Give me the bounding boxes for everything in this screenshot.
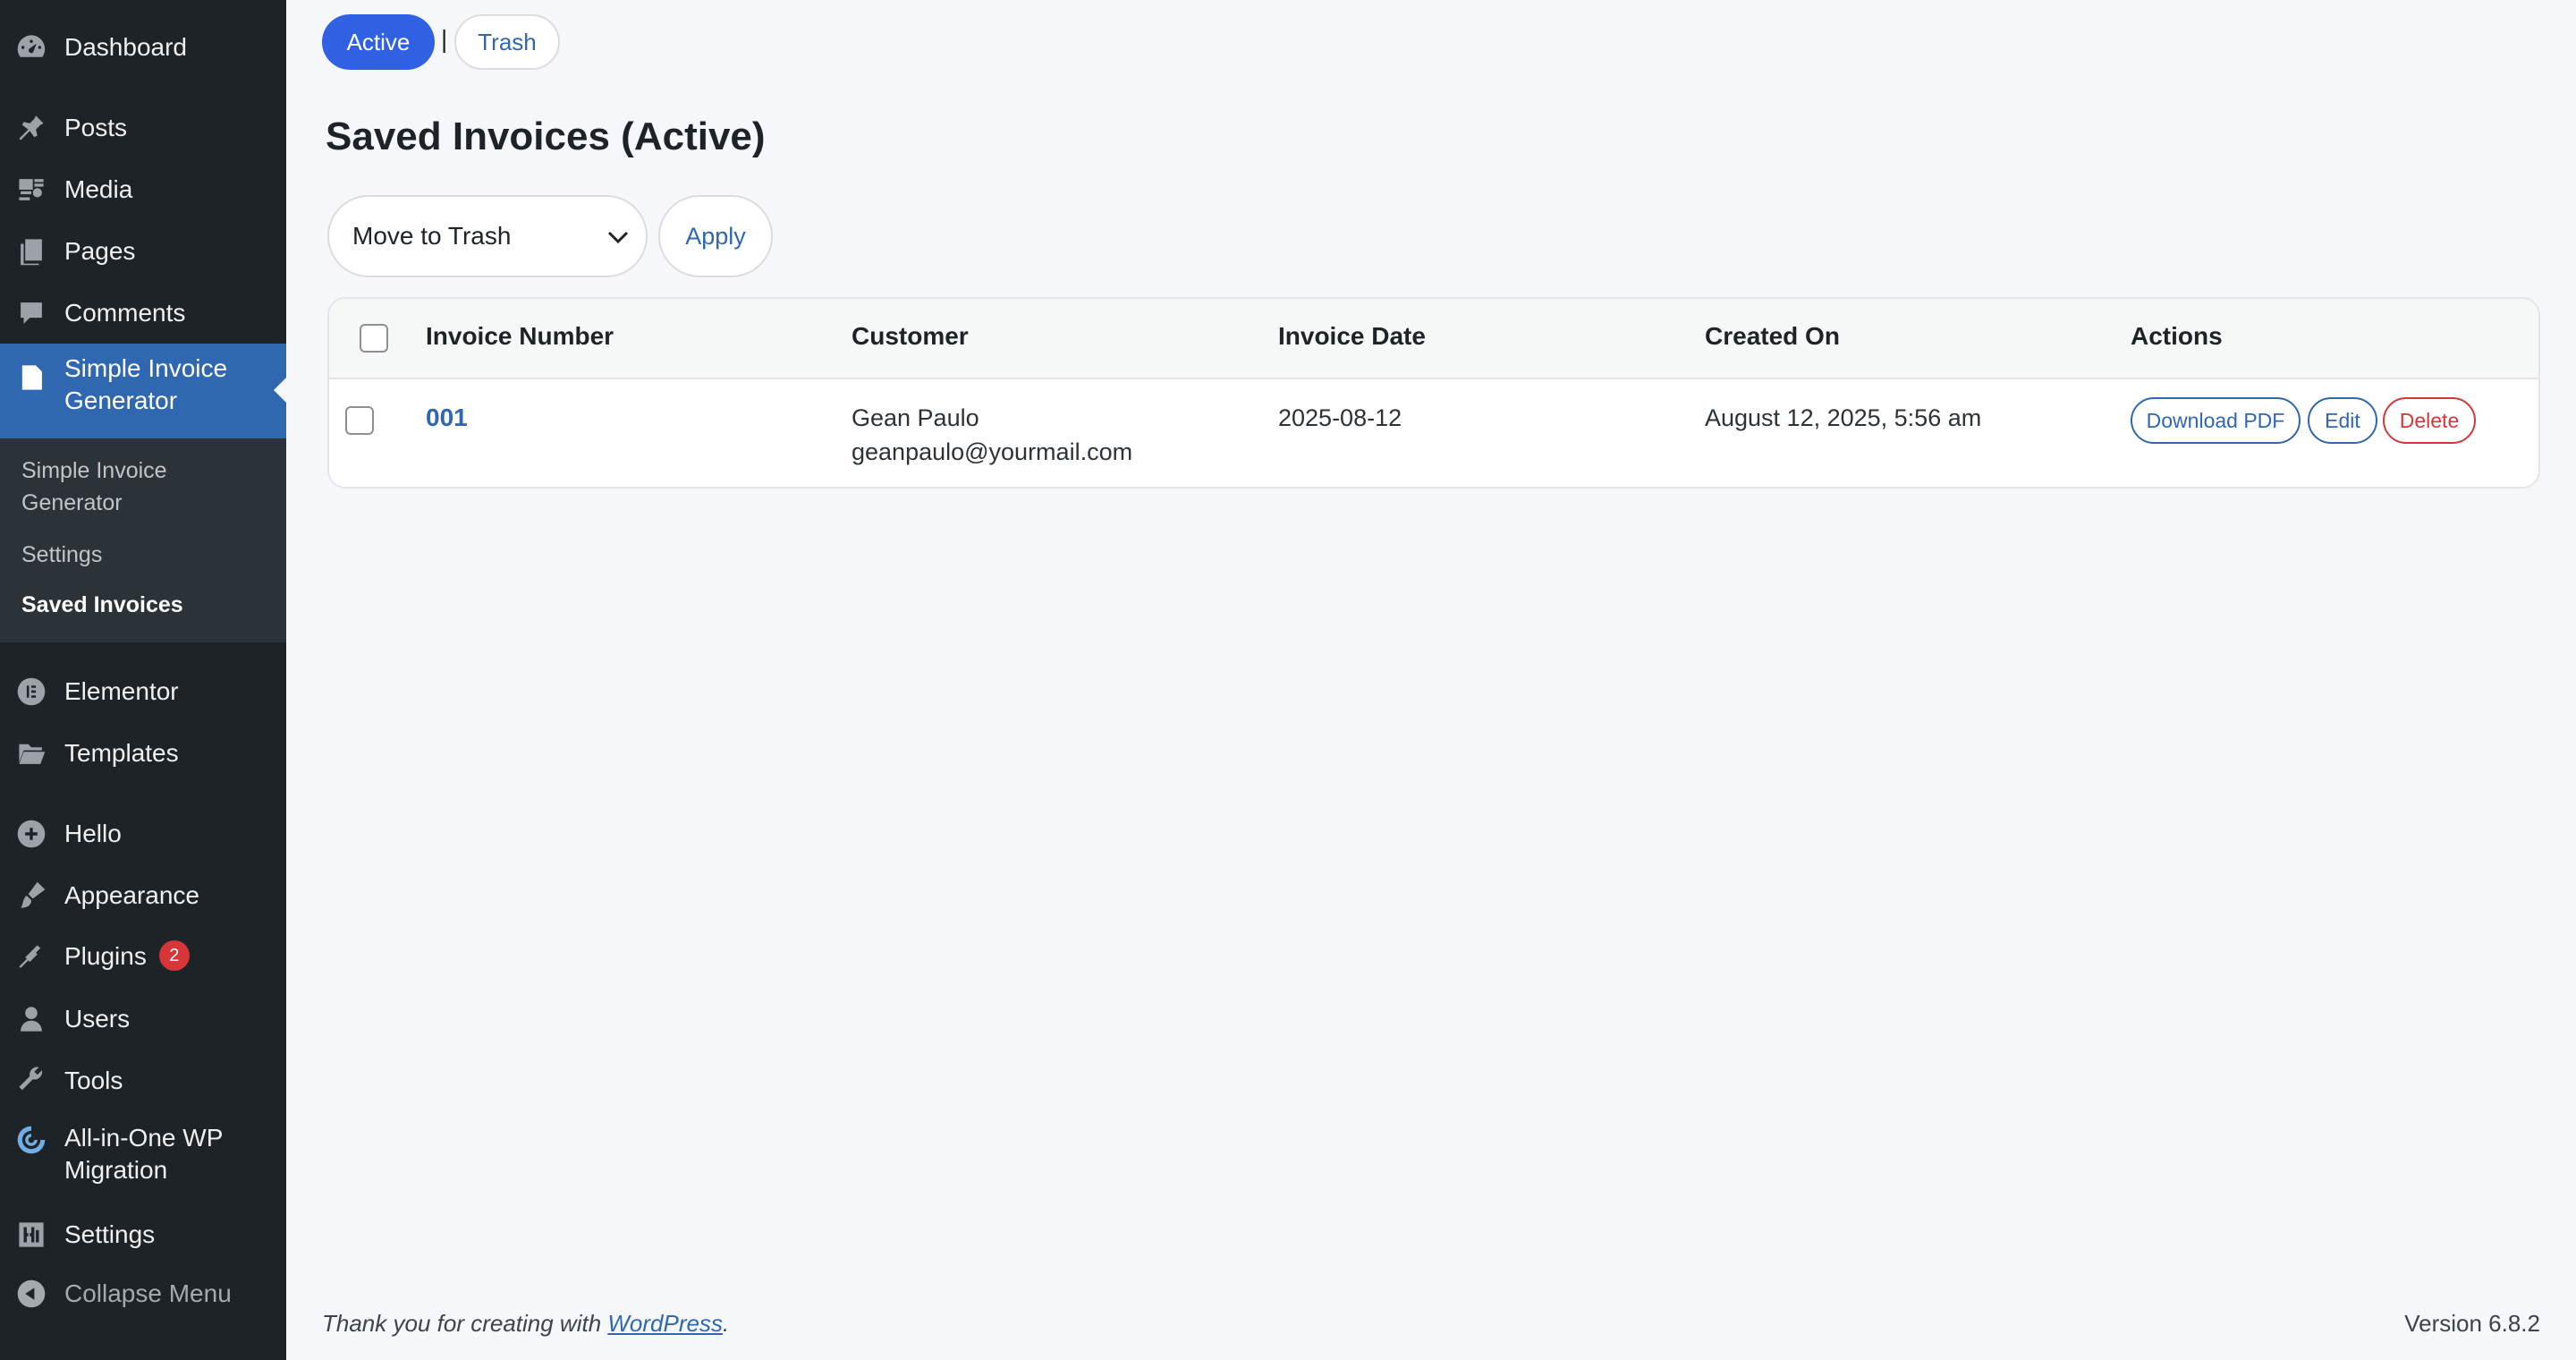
created-on: August 12, 2025, 5:56 am [1705, 404, 1982, 431]
sidebar-item-label: Posts [64, 114, 128, 141]
edit-button[interactable]: Edit [2308, 397, 2377, 444]
submenu-item-settings[interactable]: Settings [21, 539, 102, 571]
sidebar-item-users[interactable]: Users [0, 990, 286, 1049]
bulk-action-selected-value: Move to Trash [352, 222, 512, 250]
wordpress-link[interactable]: WordPress [607, 1310, 723, 1337]
sidebar-item-appearance[interactable]: Appearance [0, 866, 286, 925]
tab-trash[interactable]: Trash [454, 14, 560, 70]
column-header-invoice-date: Invoice Date [1278, 322, 1426, 350]
sidebar-item-label: Settings [64, 1220, 156, 1248]
sidebar-item-label: Pages [64, 237, 136, 265]
dashboard-icon [16, 32, 47, 63]
sidebar-item-label: Dashboard [64, 33, 187, 61]
migration-icon [16, 1125, 47, 1155]
plugins-update-badge: 2 [158, 940, 190, 972]
brush-icon [16, 880, 47, 911]
sidebar-item-comments[interactable]: Comments [0, 284, 286, 343]
sidebar-item-label: Appearance [64, 881, 200, 909]
invoice-number-link[interactable]: 001 [426, 401, 468, 435]
submenu-item-simple-invoice-generator[interactable]: Simple Invoice Generator [21, 455, 218, 519]
sidebar-item-label: Users [64, 1005, 131, 1033]
table-header: Invoice Number Customer Invoice Date Cre… [329, 299, 2538, 379]
page-title: Saved Invoices (Active) [326, 115, 766, 158]
sidebar-item-label: Tools [64, 1067, 123, 1094]
elementor-icon [16, 676, 47, 707]
plus-circle-icon [16, 819, 47, 849]
invoices-table: Invoice Number Customer Invoice Date Cre… [327, 297, 2540, 489]
select-all-checkbox[interactable] [360, 324, 388, 353]
sidebar-item-plugins[interactable]: Plugins 2 [0, 928, 286, 987]
comment-icon [16, 298, 47, 328]
document-icon [16, 362, 47, 393]
chevron-down-icon [607, 231, 629, 244]
row-checkbox[interactable] [345, 406, 374, 435]
sidebar-item-label: Simple Invoice Generator [64, 354, 228, 414]
sidebar-item-simple-invoice-generator[interactable]: Simple Invoice Generator [0, 344, 286, 438]
sidebar-item-elementor[interactable]: Elementor [0, 662, 286, 721]
sidebar-item-label: All-in-One WP Migration [64, 1124, 223, 1184]
apply-button[interactable]: Apply [658, 195, 773, 277]
footer-version: Version 6.8.2 [2404, 1310, 2540, 1337]
sidebar-item-label: Elementor [64, 677, 179, 705]
sidebar-item-label: Templates [64, 739, 179, 767]
wrench-icon [16, 1066, 47, 1096]
sidebar-item-label: Plugins 2 [64, 940, 190, 973]
delete-button[interactable]: Delete [2383, 397, 2476, 444]
sidebar-item-label: Hello [64, 820, 122, 847]
column-header-actions: Actions [2131, 322, 2223, 350]
sidebar-item-settings[interactable]: Settings [0, 1205, 286, 1264]
collapse-icon [16, 1279, 47, 1309]
sidebar-item-media[interactable]: Media [0, 160, 286, 219]
folder-icon [16, 738, 47, 769]
pin-icon [16, 113, 47, 143]
bulk-action-select[interactable]: Move to Trash [327, 195, 648, 277]
tab-separator: | [441, 25, 448, 53]
sidebar-item-templates[interactable]: Templates [0, 724, 286, 783]
plug-icon [16, 942, 47, 973]
collapse-menu-button[interactable]: Collapse Menu [0, 1264, 286, 1323]
submenu: Simple Invoice Generator Settings Saved … [0, 438, 286, 642]
customer-email: geanpaulo@yourmail.com [852, 438, 1133, 465]
sidebar-item-label: Comments [64, 299, 186, 327]
sidebar-item-dashboard[interactable]: Dashboard [0, 18, 286, 77]
download-pdf-button[interactable]: Download PDF [2131, 397, 2301, 444]
customer-name: Gean Paulo [852, 404, 979, 431]
sidebar-item-label: Media [64, 175, 133, 203]
column-header-invoice-number: Invoice Number [426, 322, 614, 350]
admin-sidebar: Dashboard Posts Media Pages Comments Sim… [0, 0, 286, 1360]
user-icon [16, 1004, 47, 1034]
sidebar-item-all-in-one-wp-migration[interactable]: All-in-One WP Migration [0, 1113, 286, 1195]
invoice-date: 2025-08-12 [1278, 404, 1402, 431]
current-menu-arrow [274, 378, 286, 403]
sidebar-item-posts[interactable]: Posts [0, 98, 286, 157]
tab-active[interactable]: Active [322, 14, 435, 70]
sidebar-item-tools[interactable]: Tools [0, 1051, 286, 1110]
footer-thanks: Thank you for creating with WordPress. [322, 1310, 730, 1337]
submenu-item-saved-invoices[interactable]: Saved Invoices [21, 589, 183, 621]
media-icon [16, 174, 47, 205]
collapse-menu-label: Collapse Menu [64, 1279, 232, 1307]
sidebar-item-pages[interactable]: Pages [0, 222, 286, 281]
sidebar-item-hello[interactable]: Hello [0, 804, 286, 863]
sliders-icon [16, 1220, 47, 1250]
pages-icon [16, 236, 47, 267]
column-header-customer: Customer [852, 322, 969, 350]
column-header-created-on: Created On [1705, 322, 1840, 350]
